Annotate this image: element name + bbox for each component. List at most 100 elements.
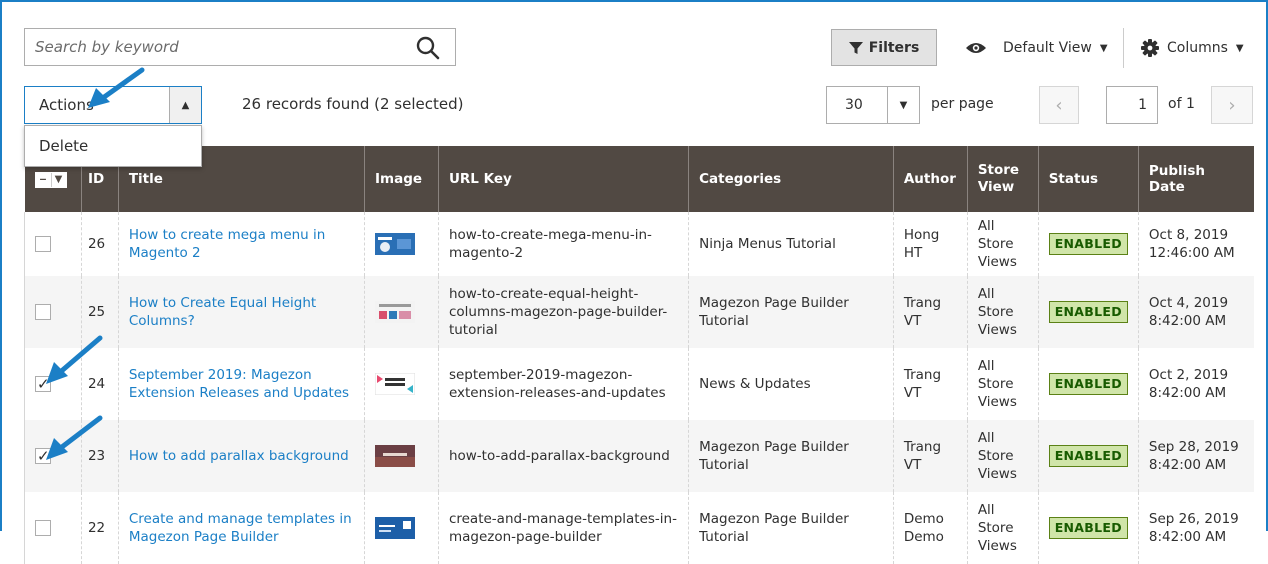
cell-publish-date: Sep 28, 2019 8:42:00 AM (1137, 420, 1254, 492)
page-total: of 1 (1168, 96, 1195, 112)
status-badge: ENABLED (1048, 232, 1128, 256)
cell-id: 23 (80, 420, 119, 492)
table-row[interactable]: 26 How to create mega menu in Magento 2 … (24, 212, 1254, 276)
cell-image (364, 420, 439, 492)
table-row[interactable]: 24 September 2019: Magezon Extension Rel… (24, 348, 1254, 420)
table-row[interactable]: 22 Create and manage templates in Magezo… (24, 492, 1254, 564)
cell-title: How to create mega menu in Magento 2 (117, 212, 365, 276)
row-checkbox[interactable] (35, 303, 51, 320)
minus-icon: ‒ (36, 173, 52, 187)
page-number-input[interactable]: 1 (1106, 86, 1158, 124)
filters-button[interactable]: Filters (831, 29, 937, 66)
row-checkbox[interactable] (35, 235, 51, 252)
columns-label: Columns (1167, 40, 1228, 56)
post-title-link[interactable]: How to Create Equal Height Columns? (129, 295, 316, 329)
caret-down-icon[interactable]: ▼ (887, 87, 919, 123)
cell-image (364, 212, 439, 276)
cell-id: 22 (80, 492, 119, 564)
view-label: Default View (1003, 40, 1092, 56)
status-badge: ENABLED (1048, 444, 1128, 468)
prev-page-button[interactable]: ‹ (1039, 86, 1079, 124)
columns-control[interactable]: Columns ▼ (1141, 36, 1244, 60)
row-checkbox[interactable] (35, 519, 51, 536)
cell-status: ENABLED (1037, 276, 1139, 348)
cell-title: How to add parallax background (117, 420, 365, 492)
cell-url-key: how-to-create-equal-height-columns-magez… (437, 276, 689, 348)
status-badge: ENABLED (1048, 372, 1128, 396)
post-title-link[interactable]: How to add parallax background (129, 448, 349, 464)
cell-store-view: All Store Views (966, 212, 1039, 276)
eye-icon (966, 43, 986, 53)
actions-menu: Delete (24, 125, 202, 167)
caret-up-icon[interactable]: ▲ (169, 87, 201, 123)
cell-author: Trang VT (892, 348, 968, 420)
cell-store-view: All Store Views (966, 276, 1039, 348)
cell-title: How to Create Equal Height Columns? (117, 276, 365, 348)
cell-status: ENABLED (1037, 492, 1139, 564)
cell-store-view: All Store Views (966, 420, 1039, 492)
col-store-view[interactable]: Store View (966, 146, 1039, 212)
posts-grid: ‒ ▼ ID Title Image URL Key Categories Au… (24, 146, 1254, 564)
cell-publish-date: Sep 26, 2019 8:42:00 AM (1137, 492, 1254, 564)
cell-categories: Magezon Page Builder Tutorial (688, 492, 894, 564)
col-url-key[interactable]: URL Key (437, 146, 689, 212)
chevron-right-icon: › (1228, 94, 1236, 116)
post-title-link[interactable]: September 2019: Magezon Extension Releas… (129, 367, 349, 401)
col-categories[interactable]: Categories (688, 146, 894, 212)
row-checkbox[interactable] (35, 446, 51, 466)
caret-down-icon: ▼ (1099, 42, 1108, 54)
cell-publish-date: Oct 4, 2019 8:42:00 AM (1137, 276, 1254, 348)
table-row[interactable]: 25 How to Create Equal Height Columns? h… (24, 276, 1254, 348)
cell-publish-date: Oct 2, 2019 8:42:00 AM (1137, 348, 1254, 420)
actions-dropdown[interactable]: Actions ▲ (24, 86, 202, 124)
view-switcher[interactable]: Default View ▼ (965, 36, 1108, 60)
post-title-link[interactable]: Create and manage templates in Magezon P… (129, 511, 352, 545)
thumbnail-image (375, 517, 416, 539)
cell-id: 26 (80, 212, 119, 276)
col-publish-date[interactable]: Publish Date (1137, 146, 1254, 212)
row-select-cell[interactable] (24, 492, 82, 564)
col-image[interactable]: Image (364, 146, 439, 212)
next-page-button[interactable]: › (1211, 86, 1253, 124)
cell-url-key: create-and-manage-templates-in-magezon-p… (437, 492, 689, 564)
per-page-label: per page (931, 96, 994, 112)
row-checkbox[interactable] (35, 374, 51, 394)
cell-store-view: All Store Views (966, 492, 1039, 564)
thumbnail-image (375, 445, 416, 467)
col-status[interactable]: Status (1037, 146, 1139, 212)
per-page-value: 30 (845, 97, 863, 113)
search-input[interactable] (25, 29, 405, 65)
search-box[interactable] (24, 28, 456, 66)
cell-author: Hong HT (892, 212, 968, 276)
mass-select-control[interactable]: ‒ ▼ (34, 172, 67, 188)
status-badge: ENABLED (1048, 300, 1128, 324)
chevron-left-icon: ‹ (1055, 94, 1063, 116)
cell-image (364, 492, 439, 564)
per-page-select[interactable]: 30 ▼ (826, 86, 920, 124)
cell-author: Trang VT (892, 276, 968, 348)
cell-author: Trang VT (892, 420, 968, 492)
row-select-cell[interactable] (24, 420, 82, 492)
grid-header-row: ‒ ▼ ID Title Image URL Key Categories Au… (24, 146, 1254, 212)
post-title-link[interactable]: How to create mega menu in Magento 2 (129, 227, 326, 261)
records-count: 26 records found (2 selected) (242, 95, 464, 113)
search-icon[interactable] (415, 35, 441, 61)
row-select-cell[interactable] (24, 348, 82, 420)
cell-categories: Ninja Menus Tutorial (688, 212, 894, 276)
table-row[interactable]: 23 How to add parallax background how-to… (24, 420, 1254, 492)
cell-author: Demo Demo (892, 492, 968, 564)
cell-status: ENABLED (1037, 212, 1139, 276)
cell-categories: Magezon Page Builder Tutorial (688, 276, 894, 348)
cell-title: Create and manage templates in Magezon P… (117, 492, 365, 564)
filter-icon (848, 41, 863, 54)
row-select-cell[interactable] (24, 276, 82, 348)
cell-image (364, 348, 439, 420)
cell-title: September 2019: Magezon Extension Releas… (117, 348, 365, 420)
row-select-cell[interactable] (24, 212, 82, 276)
cell-publish-date: Oct 8, 2019 12:46:00 AM (1137, 212, 1254, 276)
caret-down-icon: ▼ (54, 174, 63, 185)
gear-icon (1141, 39, 1159, 57)
thumbnail-image (375, 373, 416, 395)
col-author[interactable]: Author (892, 146, 968, 212)
action-delete[interactable]: Delete (25, 126, 201, 166)
